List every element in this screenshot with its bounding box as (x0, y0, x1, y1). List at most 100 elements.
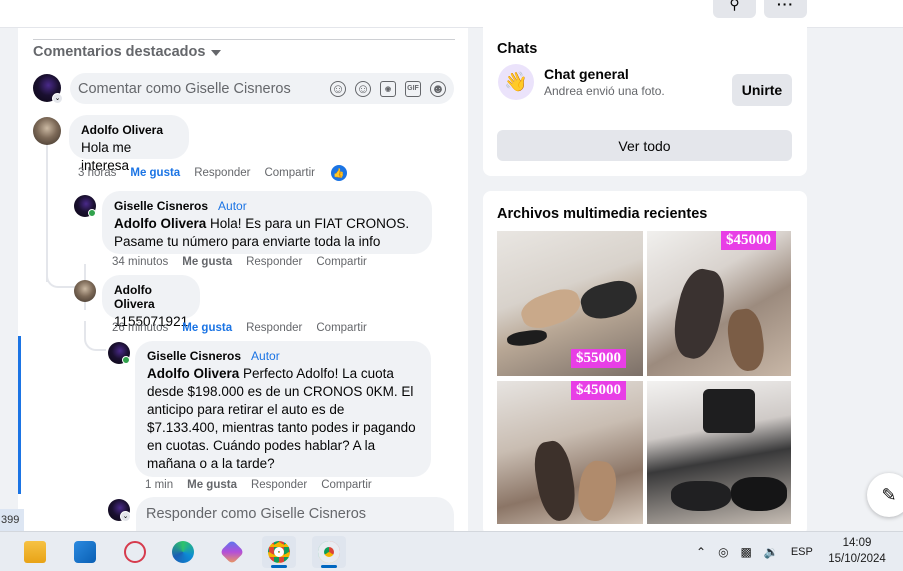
reply-button[interactable]: Responder (246, 322, 302, 334)
active-indicator (321, 565, 337, 568)
comment-actions: 3 horas Me gusta Responder Compartir 👍 (78, 165, 347, 181)
like-button[interactable]: Me gusta (182, 256, 232, 268)
volume-icon[interactable]: 🔉 (764, 545, 779, 559)
reply-button[interactable]: Responder (251, 479, 307, 491)
side-counter: 399 (0, 509, 24, 531)
more-options-button[interactable]: ··· (764, 0, 807, 18)
chevron-down-icon[interactable]: ⌄ (120, 511, 131, 522)
mail-icon (74, 541, 96, 563)
taskbar-snipping-tool[interactable] (118, 536, 152, 568)
comment-bubble: Giselle Cisneros Autor Adolfo Olivera Ho… (102, 191, 432, 254)
sandal-image (577, 276, 641, 324)
language-indicator[interactable]: ESP (791, 546, 813, 558)
comment-text: Adolfo Olivera Perfecto Adolfo! La cuota… (147, 365, 419, 473)
more-icon: ··· (777, 0, 794, 12)
waving-hand-icon[interactable]: 👋 (498, 64, 534, 100)
battery-icon[interactable]: ▩ (741, 545, 752, 559)
taskbar-copilot[interactable] (215, 536, 249, 568)
clock-time: 14:09 (842, 537, 872, 549)
media-thumbnail[interactable]: $45000 (647, 231, 791, 376)
search-icon: ⚲ (729, 0, 740, 12)
comment-input-box[interactable]: ☺ ☺ ◉ GIF ☻ (70, 73, 454, 104)
divider (33, 39, 455, 40)
clock[interactable]: 14:09 15/10/2024 (822, 535, 892, 567)
taskbar-chrome-profile[interactable] (312, 536, 346, 568)
thumbs-up-icon[interactable]: 👍 (330, 165, 347, 181)
folder-icon (24, 541, 46, 563)
sticker-icon[interactable]: ☻ (430, 80, 446, 97)
search-button[interactable]: ⚲ (713, 0, 756, 18)
commenter-avatar[interactable] (33, 117, 61, 145)
taskbar-file-explorer[interactable] (18, 536, 52, 568)
price-tag: $55000 (571, 349, 626, 368)
mention-link[interactable]: Adolfo Olivera (147, 366, 239, 381)
share-button[interactable]: Compartir (316, 322, 366, 334)
media-thumbnail[interactable]: $45000 (497, 381, 643, 524)
system-tray: ⌃ ◎ ▩ 🔉 ESP (696, 532, 813, 571)
like-button[interactable]: Me gusta (130, 167, 180, 179)
media-title: Archivos multimedia recientes (497, 206, 708, 222)
commenter-avatar[interactable] (74, 280, 96, 302)
handbag-image (703, 389, 755, 433)
sandal-image (530, 438, 580, 524)
scissors-icon (124, 541, 146, 563)
comment-body: Perfecto Adolfo! La cuota desde $198.000… (147, 366, 416, 471)
comment-actions: 26 minutos Me gusta Responder Compartir (112, 322, 367, 334)
chats-title: Chats (497, 41, 538, 57)
join-chat-button[interactable]: Unirte (732, 74, 792, 106)
reply-button[interactable]: Responder (246, 256, 302, 268)
reply-button[interactable]: Responder (194, 167, 250, 179)
see-all-chats-button[interactable]: Ver todo (497, 130, 792, 161)
price-tag: $45000 (721, 231, 776, 250)
sandal-image (731, 477, 787, 511)
camera-icon[interactable]: ◉ (380, 80, 396, 97)
comment-author[interactable]: Giselle Cisneros (147, 349, 241, 363)
taskbar-edge[interactable] (166, 536, 200, 568)
mention-link[interactable]: Adolfo Olivera (114, 216, 206, 231)
taskbar-mail[interactable] (68, 536, 102, 568)
focus-indicator (18, 336, 21, 494)
comment-time[interactable]: 1 min (145, 479, 173, 491)
featured-comments-label: Comentarios destacados (33, 44, 206, 60)
chat-last-message: Andrea envió una foto. (544, 84, 665, 98)
media-thumbnail[interactable]: $55000 (497, 231, 643, 376)
copilot-icon (219, 539, 245, 565)
comment-time[interactable]: 3 horas (78, 167, 116, 179)
new-message-button[interactable]: ✎ (867, 473, 903, 517)
comment-author[interactable]: Adolfo Olivera (114, 283, 188, 311)
reply-input[interactable] (146, 506, 454, 522)
share-button[interactable]: Compartir (264, 167, 314, 179)
thread-connector (46, 258, 76, 288)
taskbar-chrome[interactable] (262, 536, 296, 568)
taskbar: ⌃ ◎ ▩ 🔉 ESP 14:09 15/10/2024 (0, 531, 903, 571)
media-thumbnail[interactable] (647, 381, 791, 524)
chats-card: Chats 👋 Chat general Andrea envió una fo… (483, 20, 807, 176)
caret-down-icon (211, 50, 222, 56)
comment-bubble: Adolfo Olivera 1155071921 (102, 275, 200, 329)
like-button[interactable]: Me gusta (182, 322, 232, 334)
avatar-sticker-icon[interactable]: ☺ (330, 80, 346, 97)
chevron-up-icon[interactable]: ⌃ (696, 545, 706, 559)
gif-icon[interactable]: GIF (405, 80, 421, 97)
chat-group-name[interactable]: Chat general (544, 66, 629, 82)
sandal-image (724, 306, 768, 374)
emoji-icon[interactable]: ☺ (355, 80, 371, 97)
comment-author[interactable]: Giselle Cisneros (114, 199, 208, 213)
comment-input[interactable] (78, 80, 330, 97)
comment-author[interactable]: Adolfo Olivera (81, 123, 163, 137)
comment-text: Adolfo Olivera Hola! Es para un FIAT CRO… (114, 215, 420, 251)
author-badge: Autor (251, 349, 280, 363)
like-button[interactable]: Me gusta (187, 479, 237, 491)
share-button[interactable]: Compartir (316, 256, 366, 268)
sandal-image (517, 283, 585, 335)
share-button[interactable]: Compartir (321, 479, 371, 491)
meet-now-icon[interactable]: ◎ (718, 545, 728, 559)
edit-icon: ✎ (881, 484, 897, 505)
reply-input-box[interactable] (136, 497, 454, 531)
chevron-down-icon[interactable]: ⌄ (52, 93, 63, 104)
comment-time[interactable]: 26 minutos (112, 322, 168, 334)
comment-time[interactable]: 34 minutos (112, 256, 168, 268)
comment-bubble: Giselle Cisneros Autor Adolfo Olivera Pe… (135, 341, 431, 477)
comment-actions: 34 minutos Me gusta Responder Compartir (112, 256, 367, 268)
featured-comments-filter[interactable]: Comentarios destacados (33, 44, 222, 60)
